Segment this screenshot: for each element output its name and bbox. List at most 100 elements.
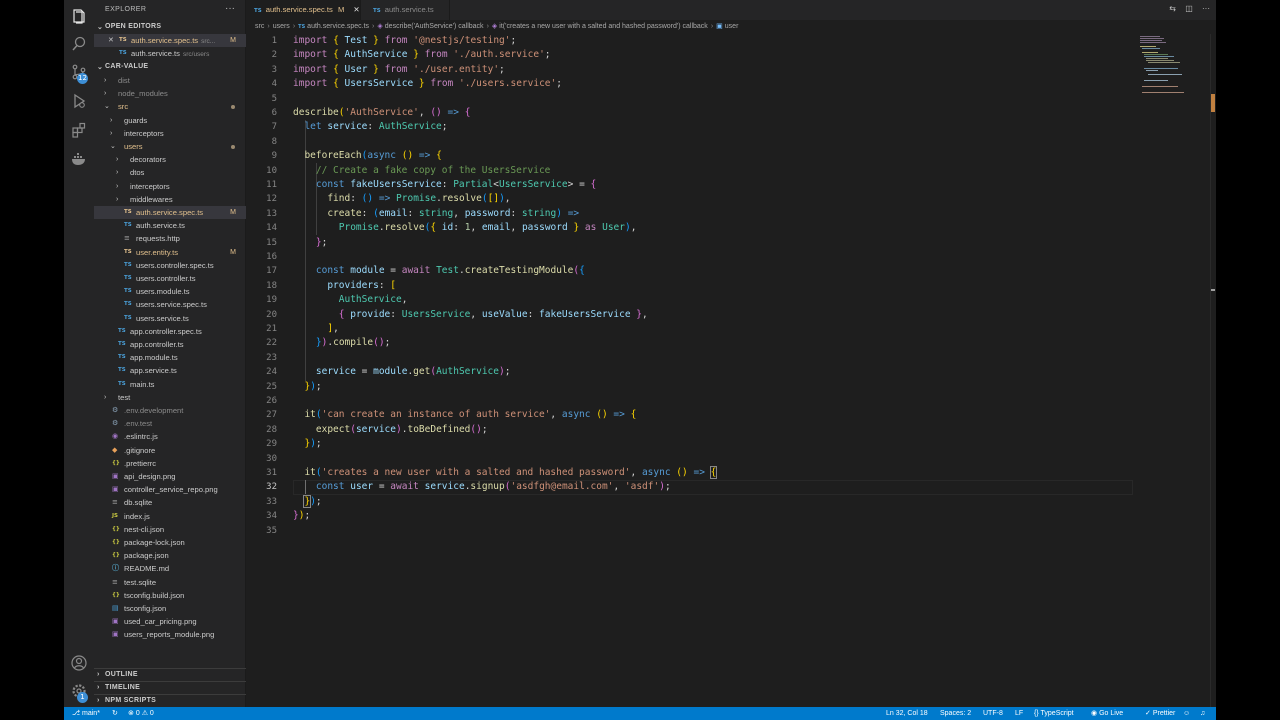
folder-item[interactable]: › dtos [94, 166, 246, 179]
file-item[interactable]: ≡ db.sqlite [94, 496, 246, 509]
folder-item[interactable]: › interceptors [94, 127, 246, 140]
breadcrumb-item[interactable]: src [255, 23, 264, 30]
branch-indicator[interactable]: ⎇ main* [72, 707, 100, 720]
prettier-button[interactable]: ✓ Prettier [1145, 707, 1175, 720]
file-name: used_car_pricing.png [124, 617, 197, 627]
code-line: }).compile(); [315, 337, 391, 349]
folder-item[interactable]: › test [94, 391, 246, 404]
file-name: db.sqlite [124, 498, 153, 508]
file-name: package-lock.json [124, 538, 185, 547]
close-icon[interactable]: ✕ [353, 5, 359, 14]
folder-item[interactable]: › node_modules [94, 87, 246, 100]
file-item[interactable]: TS auth.service.spec.ts M [94, 206, 246, 219]
file-item[interactable]: TS main.ts [94, 378, 246, 391]
folder-item[interactable]: › dist [94, 74, 246, 87]
code-line: import { Test } from '@nestjs/testing'; [293, 35, 517, 46]
notifications-icon[interactable]: ♫ [1200, 707, 1205, 720]
file-item[interactable]: ≡ test.sqlite [94, 576, 246, 589]
search-icon[interactable] [70, 35, 88, 53]
tab-auth-service[interactable]: TS auth.service.ts [360, 0, 450, 20]
go-live-button[interactable]: ◉ Go Live [1091, 707, 1123, 720]
minimap[interactable] [1136, 34, 1206, 94]
file-item[interactable]: TS app.controller.ts [94, 338, 246, 351]
sync-icon[interactable]: ↻ [112, 707, 118, 720]
breadcrumb-item[interactable]: it('creates a new user with a salted and… [499, 23, 708, 30]
files-icon[interactable] [70, 8, 88, 26]
settings-badge: 1 [77, 692, 88, 703]
file-item[interactable]: ◆ .gitignore [94, 444, 246, 457]
open-editor-item[interactable]: ✕ TS auth.service.spec.ts src... M [94, 34, 246, 47]
open-editor-item[interactable]: TS auth.service.ts src/users [94, 47, 246, 60]
env-file-icon: ⚙ [112, 419, 119, 428]
file-item[interactable]: TS users.controller.spec.ts [94, 259, 246, 272]
code-line: import { User } from './user.entity'; [293, 63, 505, 75]
folder-item[interactable]: › decorators [94, 153, 246, 166]
file-item[interactable]: {} tsconfig.build.json [94, 589, 246, 602]
chevron-right-icon: › [104, 77, 107, 84]
project-section[interactable]: ⌄ CAR-VALUE [94, 61, 246, 74]
timeline-section[interactable]: › TIMELINE [94, 681, 246, 694]
language-mode[interactable]: {} TypeScript [1034, 707, 1074, 720]
split-editor-icon[interactable]: ◫ [1185, 4, 1193, 13]
close-icon[interactable]: ✕ [108, 34, 114, 47]
run-debug-icon[interactable] [70, 92, 88, 110]
more-actions-icon[interactable]: ··· [225, 3, 235, 14]
folder-item[interactable]: › guards [94, 114, 246, 127]
folder-name: middlewares [130, 194, 173, 204]
tab-label: auth.service.spec.ts [265, 5, 333, 14]
vertical-scrollbar[interactable] [1210, 34, 1216, 707]
file-item[interactable]: TS app.module.ts [94, 351, 246, 364]
file-item[interactable]: {} package.json [94, 549, 246, 562]
cursor-position[interactable]: Ln 32, Col 18 [886, 707, 928, 720]
file-item[interactable]: ▤ tsconfig.json [94, 602, 246, 615]
file-item[interactable]: TS users.controller.ts [94, 272, 246, 285]
file-item[interactable]: TS users.service.spec.ts [94, 298, 246, 311]
file-item[interactable]: TS auth.service.ts [94, 219, 246, 232]
outline-section[interactable]: › OUTLINE [94, 668, 246, 681]
file-item[interactable]: ▣ used_car_pricing.png [94, 615, 246, 628]
file-item[interactable]: {} nest-cli.json [94, 523, 246, 536]
file-item[interactable]: TS app.controller.spec.ts [94, 325, 246, 338]
npm-scripts-section[interactable]: › NPM SCRIPTS [94, 694, 246, 707]
problems-indicator[interactable]: ⊗ 0 ⚠ 0 [128, 707, 154, 720]
file-item[interactable]: TS app.service.ts [94, 364, 246, 377]
file-item[interactable]: ⓘ README.md [94, 562, 246, 575]
breadcrumb-item[interactable]: user [725, 23, 739, 30]
code-editor[interactable]: 1 2 3 4 5 6 7 8 9 10 11 12 13 14 15 16 17 18 19 20 21 22 23 24 2… [246, 34, 1216, 707]
file-item[interactable]: ▣ users_reports_module.png [94, 628, 246, 641]
file-item[interactable]: ▣ controller_service_repo.png [94, 483, 246, 496]
file-item[interactable]: JS index.js [94, 510, 246, 523]
file-item[interactable]: ⚙ .env.development [94, 404, 246, 417]
breadcrumb-item[interactable]: describe('AuthService') callback [385, 23, 484, 30]
folder-item[interactable]: › middlewares [94, 193, 246, 206]
file-item[interactable]: TS users.module.ts [94, 285, 246, 298]
account-icon[interactable] [70, 654, 88, 672]
file-item[interactable]: {} package-lock.json [94, 536, 246, 549]
tab-auth-service-spec[interactable]: TS auth.service.spec.ts M ✕ [246, 0, 360, 20]
file-item[interactable]: ≡ requests.http [94, 232, 246, 245]
open-editors-section[interactable]: ⌄ OPEN EDITORS [94, 21, 246, 34]
feedback-icon[interactable]: ☺ [1183, 707, 1190, 720]
more-actions-icon[interactable]: ··· [1202, 4, 1210, 13]
folder-item[interactable]: › interceptors [94, 180, 246, 193]
file-item[interactable]: ◉ .eslintrc.js [94, 430, 246, 443]
modified-badge: M [230, 37, 236, 44]
file-name: users.module.ts [136, 287, 190, 297]
typescript-file-icon: TS [118, 354, 126, 361]
file-item[interactable]: ⚙ .env.test [94, 417, 246, 430]
breadcrumb-item[interactable]: auth.service.spec.ts [307, 23, 369, 30]
docker-icon[interactable] [70, 150, 88, 168]
indentation[interactable]: Spaces: 2 [940, 707, 971, 720]
folder-item[interactable]: ⌄ src [94, 100, 246, 113]
code-line: }; [315, 236, 328, 248]
file-item[interactable]: TS users.service.ts [94, 312, 246, 325]
breadcrumb-item[interactable]: users [273, 23, 290, 30]
file-item[interactable]: {} .prettierrc [94, 457, 246, 470]
encoding[interactable]: UTF-8 [983, 707, 1003, 720]
compare-changes-icon[interactable]: ⇆ [1169, 4, 1176, 13]
folder-item[interactable]: ⌄ users [94, 140, 246, 153]
extensions-icon[interactable] [70, 121, 88, 139]
file-item[interactable]: TS user.entity.ts M [94, 246, 246, 259]
file-item[interactable]: ▣ api_design.png [94, 470, 246, 483]
line-endings[interactable]: LF [1015, 707, 1023, 720]
